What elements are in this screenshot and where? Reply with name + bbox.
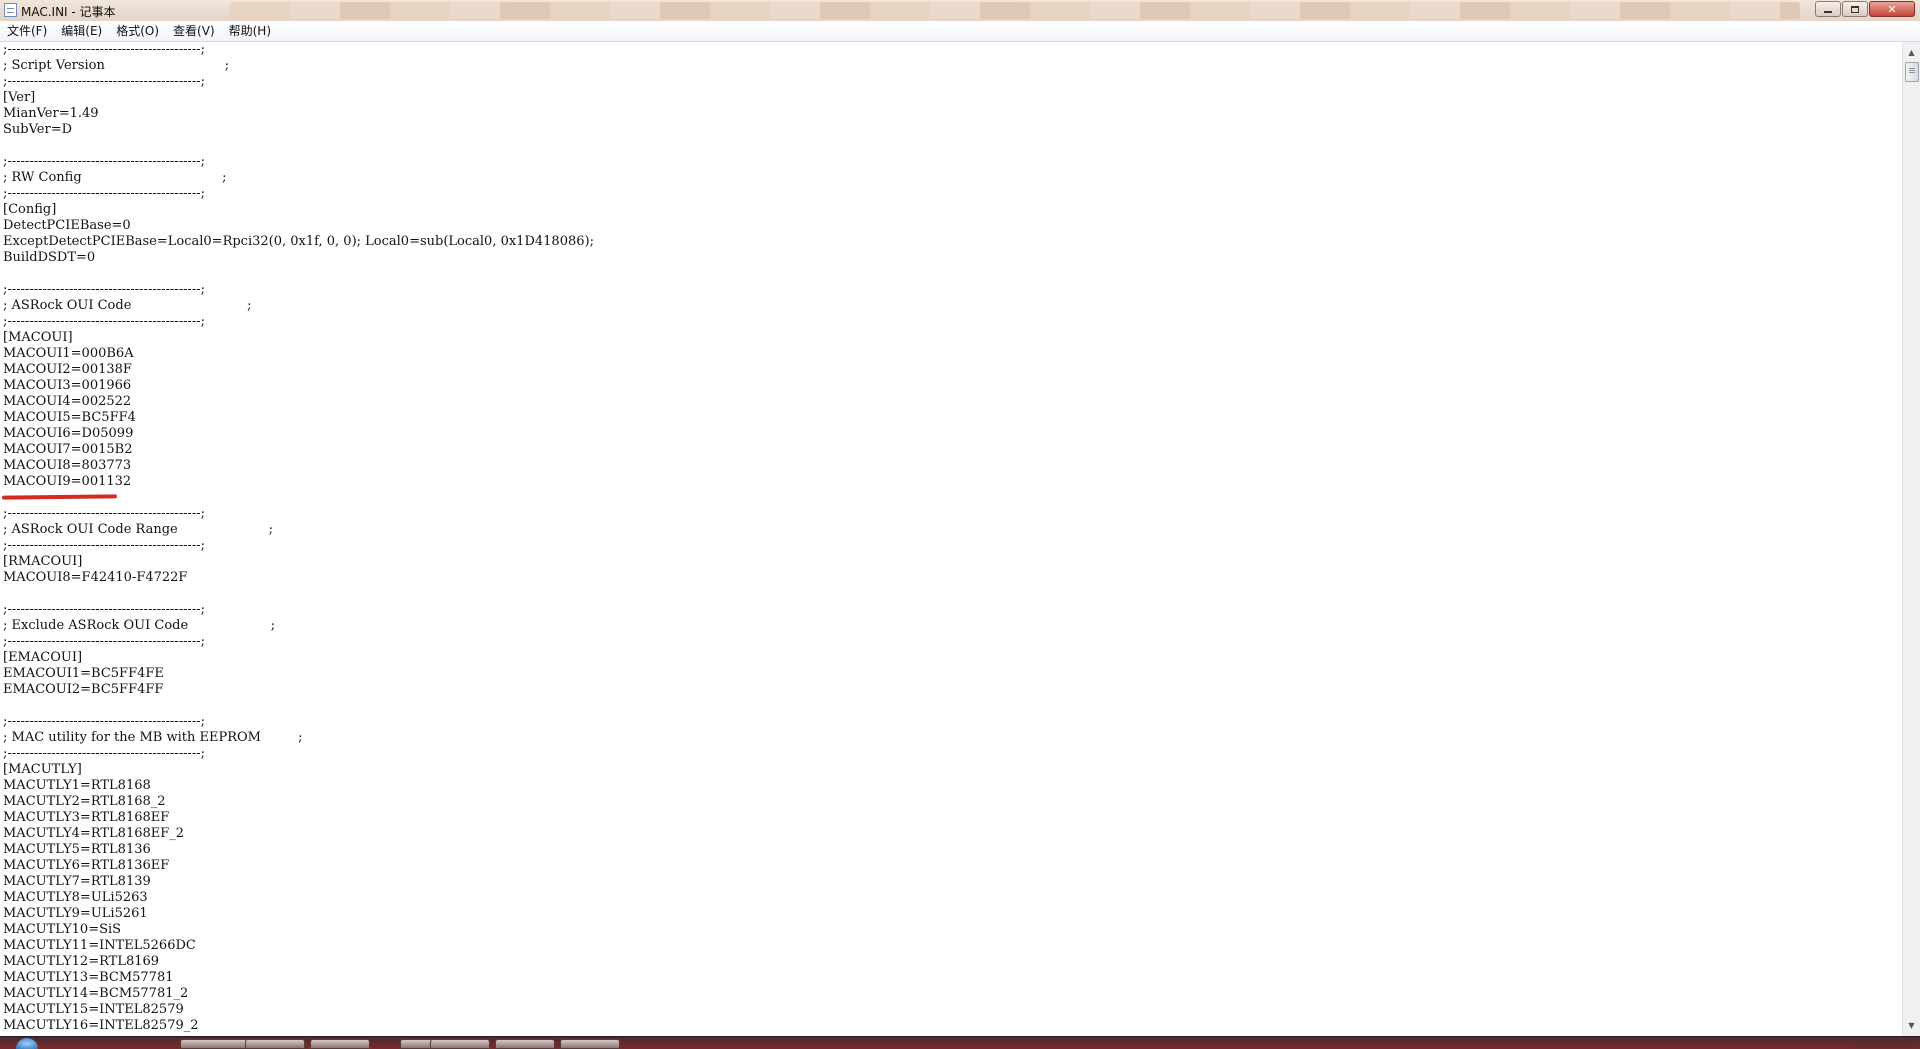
text-line: ;---------------------------------------… — [3, 42, 206, 57]
text-line: ;---------------------------------------… — [3, 186, 206, 201]
text-line: MACOUI8=F42410-F4722F — [3, 570, 188, 585]
text-line: ;---------------------------------------… — [3, 714, 206, 729]
text-line: ; Exclude ASRock OUI Code ; — [3, 618, 276, 633]
vertical-scrollbar[interactable]: ▲ ▼ — [1902, 42, 1920, 1036]
text-line: [Ver] — [3, 90, 36, 105]
text-line: MACUTLY16=INTEL82579_2 — [3, 1018, 199, 1033]
text-line: MACUTLY2=RTL8168_2 — [3, 794, 166, 809]
text-line — [0, 490, 1902, 506]
text-line: MACOUI6=D05099 — [3, 426, 134, 441]
text-line: [Config] — [3, 202, 57, 217]
text-line: MACOUI7=0015B2 — [3, 442, 133, 457]
text-line: MACUTLY9=ULi5261 — [3, 906, 148, 921]
text-line: MACOUI9=001132 — [3, 474, 132, 489]
text-line: MACUTLY5=RTL8136 — [3, 842, 151, 857]
text-line: [RMACOUI] — [3, 554, 83, 569]
text-line: ;---------------------------------------… — [3, 154, 206, 169]
text-line: MACUTLY11=INTEL5266DC — [3, 938, 196, 953]
text-line: ; ASRock OUI Code ; — [3, 298, 252, 313]
chevron-down-icon: ▼ — [1908, 1021, 1915, 1030]
text-line: MACOUI4=002522 — [3, 394, 132, 409]
text-line: MACUTLY10=SiS — [3, 922, 122, 937]
text-line: ;---------------------------------------… — [3, 314, 206, 329]
menu-format[interactable]: 格式(O) — [109, 21, 166, 41]
text-line: ;---------------------------------------… — [3, 746, 206, 761]
text-line: MACUTLY14=BCM57781_2 — [3, 986, 189, 1001]
text-line: MACUTLY4=RTL8168EF_2 — [3, 826, 185, 841]
text-line: EMACOUI2=BC5FF4FF — [3, 682, 164, 697]
text-line: EMACOUI1=BC5FF4FE — [3, 666, 164, 681]
taskbar — [0, 1036, 1920, 1049]
window-title: MAC.INI - 记事本 — [21, 5, 116, 19]
maximize-button[interactable] — [1842, 1, 1868, 17]
minimize-button[interactable] — [1815, 1, 1841, 17]
menu-help[interactable]: 帮助(H) — [222, 21, 278, 41]
text-line: MACUTLY15=INTEL82579 — [3, 1002, 184, 1017]
text-line: MACOUI5=BC5FF4 — [3, 410, 136, 425]
minimize-icon — [1824, 11, 1832, 13]
text-line: MACUTLY12=RTL8169 — [3, 954, 160, 969]
scroll-down-button[interactable]: ▼ — [1903, 1017, 1920, 1034]
text-line: ;---------------------------------------… — [3, 506, 206, 521]
text-line — [0, 698, 1902, 714]
maximize-icon — [1851, 5, 1859, 13]
text-line: [EMACOUI] — [3, 650, 83, 665]
system-tray — [1855, 1039, 1915, 1047]
text-line: ; Script Version ; — [3, 58, 230, 73]
text-line: ExceptDetectPCIEBase=Local0=Rpci32(0, 0x… — [3, 234, 594, 249]
text-line: SubVer=D — [3, 122, 73, 137]
text-line: MianVer=1.49 — [3, 106, 99, 121]
text-line: MACOUI8=803773 — [3, 458, 132, 473]
text-line: ;---------------------------------------… — [3, 602, 206, 617]
text-line — [0, 266, 1902, 282]
text-line: [MACUTLY] — [3, 762, 82, 777]
start-button[interactable] — [16, 1038, 38, 1049]
text-line: ; ASRock OUI Code Range ; — [3, 522, 274, 537]
text-line: MACUTLY1=RTL8168 — [3, 778, 151, 793]
text-line: MACUTLY3=RTL8168EF — [3, 810, 170, 825]
background-windows — [230, 2, 1800, 19]
close-button[interactable]: ✕ — [1869, 1, 1915, 17]
text-line: DetectPCIEBase=0 — [3, 218, 131, 233]
text-editor[interactable]: ;---------------------------------------… — [0, 42, 1902, 1036]
text-line: ; MAC utility for the MB with EEPROM ; — [3, 730, 303, 745]
title-bar[interactable]: MAC.INI - 记事本 ✕ — [0, 0, 1920, 22]
menu-bar: 文件(F) 编辑(E) 格式(O) 查看(V) 帮助(H) — [0, 21, 1920, 42]
text-line — [0, 138, 1902, 154]
notepad-icon — [4, 3, 17, 17]
text-line: [MACOUI] — [3, 330, 73, 345]
text-line: MACUTLY7=RTL8139 — [3, 874, 151, 889]
text-line: MACUTLY8=ULi5263 — [3, 890, 148, 905]
menu-file[interactable]: 文件(F) — [0, 21, 54, 41]
text-line: ;---------------------------------------… — [3, 74, 206, 89]
scroll-up-button[interactable]: ▲ — [1903, 44, 1920, 61]
text-line: ;---------------------------------------… — [3, 538, 206, 553]
text-line: ; RW Config ; — [3, 170, 227, 185]
text-line: MACOUI2=00138F — [3, 362, 132, 377]
close-icon: ✕ — [1887, 2, 1897, 16]
menu-view[interactable]: 查看(V) — [166, 21, 222, 41]
scroll-thumb[interactable] — [1905, 62, 1919, 82]
text-line: ;---------------------------------------… — [3, 282, 206, 297]
chevron-up-icon: ▲ — [1908, 48, 1915, 57]
text-line: MACOUI1=000B6A — [3, 346, 134, 361]
text-line: MACUTLY13=BCM57781 — [3, 970, 174, 985]
text-line: MACUTLY6=RTL8136EF — [3, 858, 170, 873]
menu-edit[interactable]: 编辑(E) — [54, 21, 109, 41]
text-line: ;---------------------------------------… — [3, 634, 206, 649]
text-line: BuildDSDT=0 — [3, 250, 96, 265]
text-line: MACOUI3=001966 — [3, 378, 132, 393]
text-line — [0, 586, 1902, 602]
